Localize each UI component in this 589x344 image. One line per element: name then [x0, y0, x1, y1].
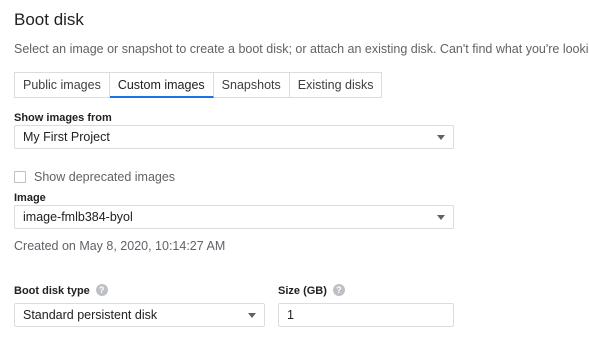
show-images-from-select[interactable]: My First Project: [14, 125, 454, 149]
chevron-down-icon: [437, 134, 445, 140]
image-select[interactable]: image-fmlb384-byol: [14, 205, 454, 229]
help-icon[interactable]: ?: [332, 284, 345, 297]
boot-disk-type-label: Boot disk type: [14, 285, 90, 297]
help-icon[interactable]: ?: [95, 284, 108, 297]
boot-disk-type-select[interactable]: Standard persistent disk: [14, 303, 265, 327]
image-created-text: Created on May 8, 2020, 10:14:27 AM: [14, 239, 226, 253]
tab-public-images[interactable]: Public images: [14, 72, 110, 98]
boot-disk-type-label-row: Boot disk type?: [14, 284, 108, 297]
show-images-from-label: Show images from: [14, 112, 112, 124]
size-label-row: Size (GB)?: [278, 284, 345, 297]
image-source-tabs: Public images Custom images Snapshots Ex…: [14, 72, 383, 98]
image-value: image-fmlb384-byol: [23, 210, 133, 224]
boot-disk-type-value: Standard persistent disk: [23, 308, 158, 322]
section-description: Select an image or snapshot to create a …: [14, 42, 589, 56]
size-input[interactable]: 1: [278, 303, 454, 327]
tab-existing-disks[interactable]: Existing disks: [289, 72, 383, 98]
show-deprecated-label: Show deprecated images: [34, 170, 176, 184]
image-label: Image: [14, 192, 46, 204]
section-title: Boot disk: [14, 10, 84, 29]
chevron-down-icon: [437, 214, 445, 220]
tab-custom-images[interactable]: Custom images: [109, 72, 214, 98]
show-images-from-value: My First Project: [23, 130, 110, 144]
tab-snapshots[interactable]: Snapshots: [213, 72, 290, 98]
chevron-down-icon: [248, 312, 256, 318]
show-deprecated-row: Show deprecated images: [14, 170, 175, 184]
show-deprecated-checkbox[interactable]: [14, 171, 26, 183]
size-label: Size (GB): [278, 285, 327, 297]
